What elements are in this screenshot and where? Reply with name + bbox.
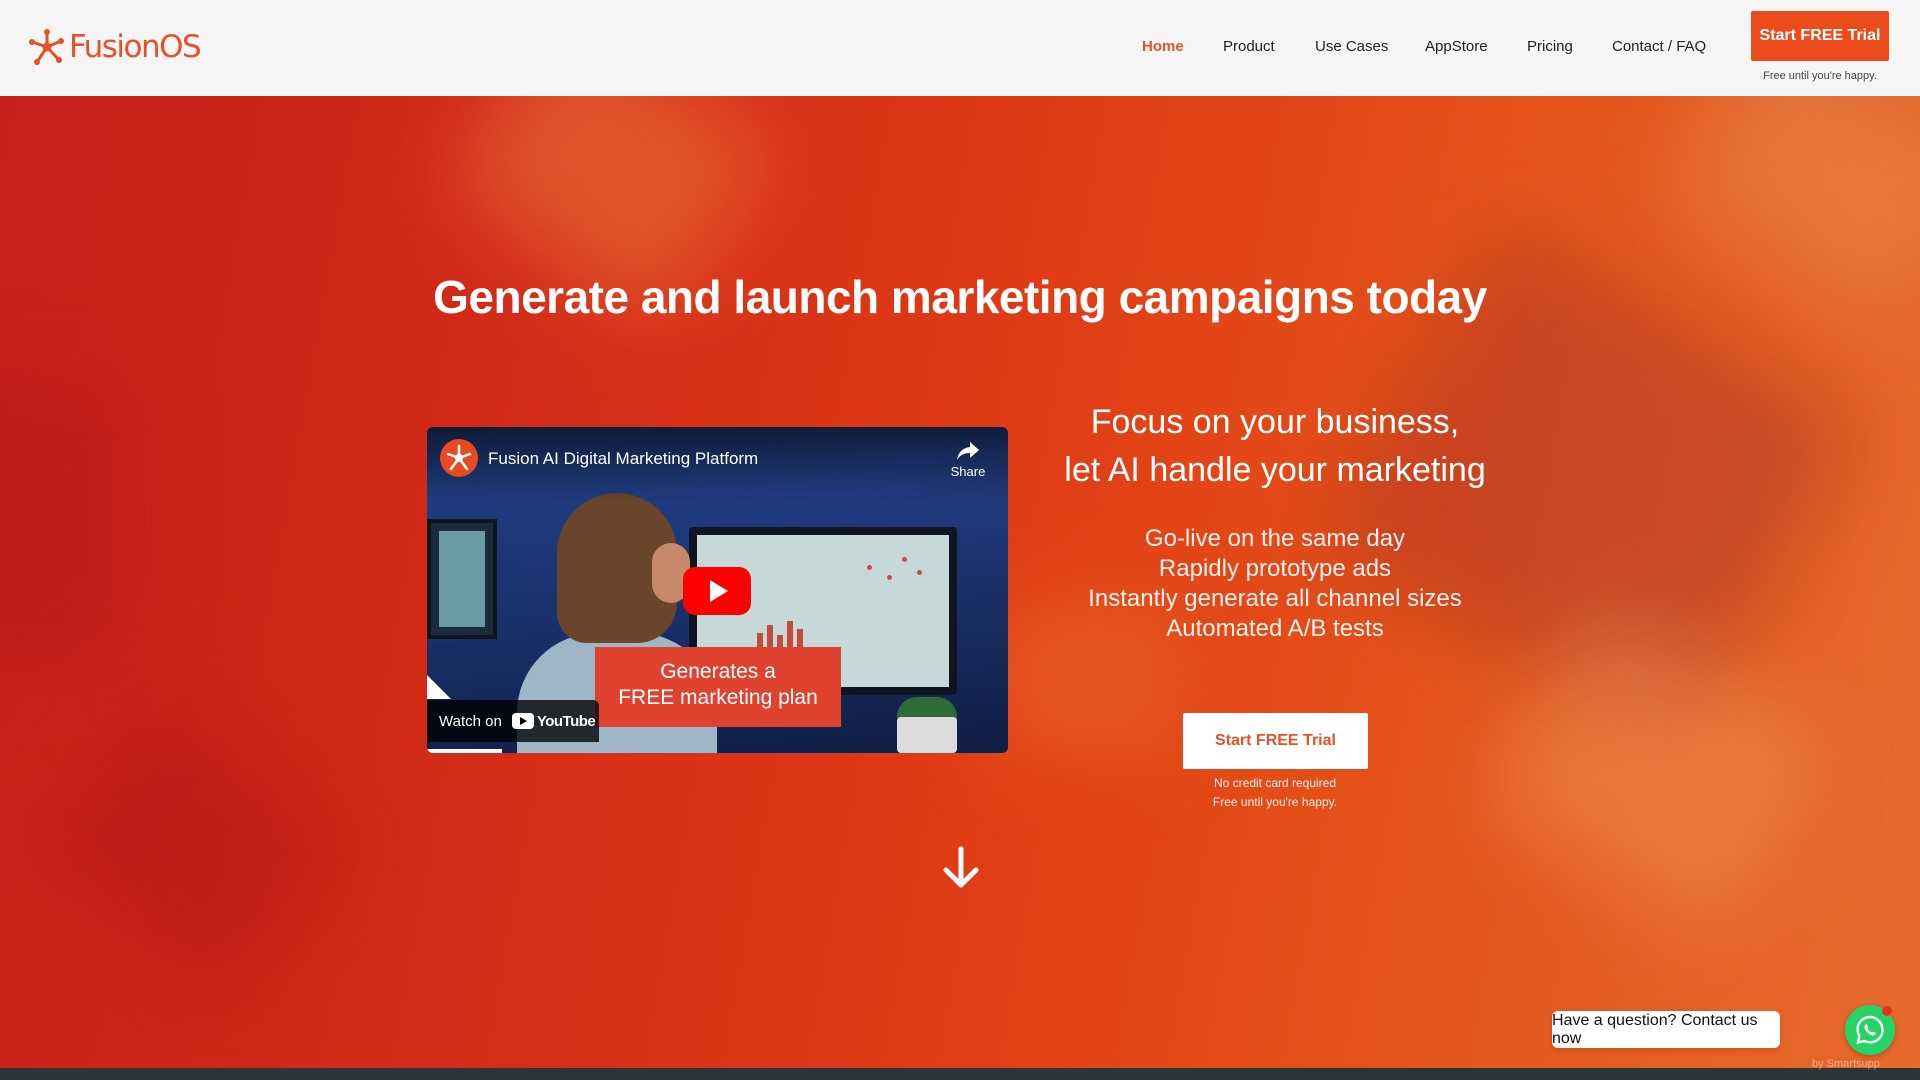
video-thumbnail-monitor bbox=[427, 519, 497, 639]
header-start-trial-button[interactable]: Start FREE Trial bbox=[1751, 11, 1889, 61]
play-button[interactable] bbox=[683, 567, 751, 615]
hero-title: Generate and launch marketing campaigns … bbox=[433, 271, 1487, 323]
video-progress-bar bbox=[427, 749, 502, 753]
video-thumbnail-cup bbox=[897, 717, 957, 753]
hero-start-trial-button[interactable]: Start FREE Trial bbox=[1183, 713, 1368, 769]
share-icon bbox=[957, 442, 979, 460]
no-credit-card-note: No credit card required bbox=[1213, 776, 1337, 790]
hero-cta-note: No credit card required Free until you'r… bbox=[1120, 774, 1430, 812]
hero-focus-heading: Focus on your business, let AI handle yo… bbox=[1040, 398, 1510, 494]
caption-line-2: FREE marketing plan bbox=[618, 686, 818, 709]
video-embed[interactable]: Fusion AI Digital Marketing Platform Sha… bbox=[427, 427, 1008, 753]
play-icon bbox=[710, 580, 728, 602]
nav-item-appstore[interactable]: AppStore bbox=[1425, 38, 1488, 55]
youtube-logo: YouTube bbox=[511, 712, 596, 730]
caption-line-1: Generates a bbox=[660, 660, 776, 683]
youtube-label: YouTube bbox=[536, 712, 596, 730]
nav-item-use-cases[interactable]: Use Cases bbox=[1315, 38, 1388, 55]
free-until-happy-note: Free until you're happy. bbox=[1212, 795, 1338, 809]
main-nav: Home Product Use Cases AppStore Pricing … bbox=[0, 38, 1920, 62]
arrow-down-icon[interactable] bbox=[942, 846, 980, 890]
nav-item-pricing[interactable]: Pricing bbox=[1527, 38, 1573, 55]
header-cta-subtext: Free until you're happy. bbox=[1763, 70, 1877, 82]
whatsapp-icon bbox=[1856, 1015, 1884, 1045]
notification-dot bbox=[1882, 1006, 1892, 1016]
nav-item-home[interactable]: Home bbox=[1142, 38, 1184, 55]
hero-section: Generate and launch marketing campaigns … bbox=[0, 96, 1920, 1068]
share-label: Share bbox=[950, 464, 986, 479]
focus-line-1: Focus on your business, bbox=[1090, 403, 1460, 441]
watch-on-label: Watch on bbox=[439, 712, 502, 730]
feature-item: Go-live on the same day bbox=[1144, 525, 1406, 552]
chat-prompt-bubble[interactable]: Have a question? Contact us now bbox=[1552, 1011, 1780, 1048]
video-title[interactable]: Fusion AI Digital Marketing Platform bbox=[488, 449, 758, 469]
background-shape bbox=[19, 678, 361, 1014]
background-shape bbox=[0, 376, 140, 676]
feature-item: Instantly generate all channel sizes bbox=[1088, 585, 1462, 612]
nav-item-product[interactable]: Product bbox=[1223, 38, 1275, 55]
focus-line-2: let AI handle your marketing bbox=[1064, 451, 1486, 489]
youtube-icon bbox=[511, 713, 534, 729]
footer-strip bbox=[0, 1068, 1920, 1080]
share-button[interactable]: Share bbox=[948, 440, 988, 479]
video-caption-overlay: Generates a FREE marketing plan bbox=[595, 647, 841, 727]
feature-item: Automated A/B tests bbox=[1166, 615, 1384, 642]
nav-item-contact-faq[interactable]: Contact / FAQ bbox=[1612, 38, 1706, 55]
watch-on-youtube-button[interactable]: Watch on YouTube bbox=[427, 700, 599, 742]
feature-list: Go-live on the same day Rapidly prototyp… bbox=[1040, 524, 1510, 644]
powered-by-text[interactable]: by Smartsupp bbox=[1812, 1058, 1880, 1070]
video-corner-mark bbox=[427, 675, 451, 699]
site-header: FusionOS Home Product Use Cases AppStore… bbox=[0, 0, 1920, 96]
feature-item: Rapidly prototype ads bbox=[1158, 555, 1392, 582]
channel-avatar[interactable] bbox=[440, 439, 478, 477]
